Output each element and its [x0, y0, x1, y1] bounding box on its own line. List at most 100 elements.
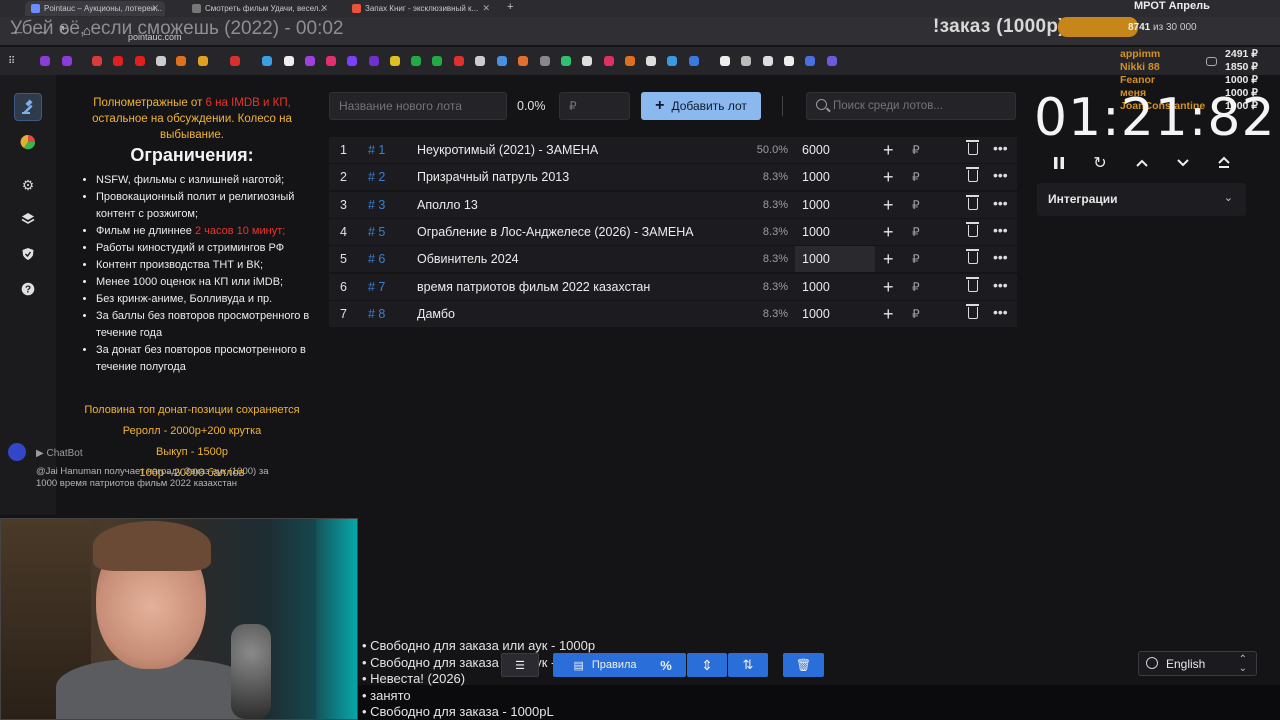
lot-search-input[interactable]	[833, 93, 1013, 119]
lot-name[interactable]: Дамбо	[417, 307, 455, 321]
bookmark-icon[interactable]	[625, 56, 635, 66]
trash-icon[interactable]	[966, 304, 979, 319]
chevron-down-icon[interactable]	[1172, 152, 1194, 174]
lot-name[interactable]: Обвинитель 2024	[417, 252, 519, 266]
lot-currency-button[interactable]: ₽	[912, 143, 920, 157]
bookmark-icon[interactable]	[805, 56, 815, 66]
new-tab-icon[interactable]: +	[507, 1, 513, 13]
tab-books[interactable]: Запах Книг - эксклюзивный к... ✕	[346, 1, 496, 16]
bookmark-icon[interactable]	[689, 56, 699, 66]
bookmark-icon[interactable]	[135, 56, 145, 66]
more-icon[interactable]: •••	[993, 277, 1008, 293]
lot-currency-button[interactable]: ₽	[912, 225, 920, 239]
sidebar-item-help[interactable]: ?	[14, 275, 42, 303]
bookmark-icon[interactable]	[475, 56, 485, 66]
lot-add-amount-button[interactable]: +	[883, 222, 894, 243]
lot-fast-id[interactable]: # 6	[368, 252, 385, 266]
lot-amount[interactable]: 1000	[795, 192, 875, 218]
bookmark-icon[interactable]	[326, 56, 336, 66]
sidebar-item-settings[interactable]: ⚙	[14, 171, 42, 199]
bookmark-icon[interactable]	[741, 56, 751, 66]
bookmark-icon[interactable]	[432, 56, 442, 66]
bookmark-icon[interactable]	[667, 56, 677, 66]
new-lot-name-input[interactable]	[329, 92, 507, 120]
lot-add-amount-button[interactable]: +	[883, 304, 894, 325]
bookmark-icon[interactable]	[305, 56, 315, 66]
clear-lots-icon[interactable]: 🗑	[783, 653, 824, 677]
lot-amount[interactable]: 1000	[795, 219, 875, 245]
double-chevron-up-icon[interactable]	[1213, 152, 1235, 174]
bookmark-icon[interactable]	[784, 56, 794, 66]
trash-icon[interactable]	[966, 195, 979, 210]
lot-fast-id[interactable]: # 7	[368, 280, 385, 294]
close-tab-icon[interactable]: ✕	[151, 3, 159, 14]
bookmark-icon[interactable]	[113, 56, 123, 66]
lot-fast-id[interactable]: # 2	[368, 170, 385, 184]
lot-name[interactable]: Неукротимый (2021) - ЗАМЕНА	[417, 143, 598, 157]
pause-icon[interactable]	[1048, 152, 1070, 174]
bookmark-icon[interactable]	[561, 56, 571, 66]
lot-add-amount-button[interactable]: +	[883, 277, 894, 298]
lot-name[interactable]: Ограбление в Лос-Анджелесе (2026) - ЗАМЕ…	[417, 225, 694, 239]
more-icon[interactable]: •••	[993, 167, 1008, 183]
compress-icon[interactable]: ⇕	[687, 653, 727, 677]
chevron-up-icon[interactable]	[1131, 152, 1153, 174]
lot-fast-id[interactable]: # 8	[368, 307, 385, 321]
close-tab-icon[interactable]: ✕	[482, 3, 490, 14]
bookmark-icon[interactable]	[284, 56, 294, 66]
reset-icon[interactable]: ↻	[1089, 152, 1111, 174]
sort-icon[interactable]: ⇅	[728, 653, 768, 677]
trash-icon[interactable]	[966, 277, 979, 292]
lot-fast-id[interactable]: # 3	[368, 198, 385, 212]
lot-add-amount-button[interactable]: +	[883, 249, 894, 270]
lot-amount[interactable]: 1000	[795, 274, 875, 300]
bookmark-icon[interactable]	[262, 56, 272, 66]
trash-icon[interactable]	[966, 167, 979, 182]
lot-name[interactable]: время патриотов фильм 2022 казахстан	[417, 280, 650, 294]
lot-amount[interactable]: 1000	[795, 301, 875, 327]
lot-currency-button[interactable]: ₽	[912, 170, 920, 184]
bookmark-icon[interactable]	[198, 56, 208, 66]
lot-name[interactable]: Аполло 13	[417, 198, 478, 212]
lot-currency-button[interactable]: ₽	[912, 280, 920, 294]
lot-amount[interactable]: 6000	[795, 137, 875, 163]
more-icon[interactable]: •••	[993, 195, 1008, 211]
bookmark-icon[interactable]	[92, 56, 102, 66]
new-lot-amount-input[interactable]	[559, 92, 630, 120]
bookmark-icon[interactable]	[40, 56, 50, 66]
more-icon[interactable]: •••	[993, 140, 1008, 156]
bookmark-icon[interactable]	[230, 56, 240, 66]
integrations-accordion[interactable]: Интеграции ⌄	[1037, 183, 1246, 216]
bookmark-icon[interactable]	[454, 56, 464, 66]
apps-grid-icon[interactable]: ⠿	[8, 56, 18, 67]
trash-icon[interactable]	[966, 222, 979, 237]
more-icon[interactable]: •••	[993, 304, 1008, 320]
bookmark-icon[interactable]	[156, 56, 166, 66]
bookmark-icon[interactable]	[369, 56, 379, 66]
bookmark-icon[interactable]	[62, 56, 72, 66]
rules-button[interactable]: ▤ Правила	[553, 653, 657, 677]
lot-fast-id[interactable]: # 1	[368, 143, 385, 157]
sidebar-item-security[interactable]	[14, 240, 42, 268]
bookmark-icon[interactable]	[176, 56, 186, 66]
add-lot-button[interactable]: + Добавить лот	[641, 92, 761, 120]
bookmark-icon[interactable]	[604, 56, 614, 66]
bookmark-icon[interactable]	[347, 56, 357, 66]
bookmark-icon[interactable]	[720, 56, 730, 66]
bookmark-icon[interactable]	[646, 56, 656, 66]
trash-icon[interactable]	[966, 140, 979, 155]
close-tab-icon[interactable]: ✕	[320, 3, 328, 14]
lot-amount[interactable]: 1000	[795, 164, 875, 190]
bookmark-icon[interactable]	[411, 56, 421, 66]
bookmark-icon[interactable]	[763, 56, 773, 66]
lot-amount-editing[interactable]: 1000	[795, 246, 875, 272]
lot-currency-button[interactable]: ₽	[912, 252, 920, 266]
lot-search[interactable]	[806, 92, 1016, 120]
bookmark-icon[interactable]	[518, 56, 528, 66]
bookmark-icon[interactable]	[497, 56, 507, 66]
lot-currency-button[interactable]: ₽	[912, 307, 920, 321]
language-select[interactable]: English ⌃ ⌄	[1138, 651, 1257, 676]
bookmark-icon[interactable]	[827, 56, 837, 66]
bookmark-icon[interactable]	[582, 56, 592, 66]
lot-currency-button[interactable]: ₽	[912, 198, 920, 212]
